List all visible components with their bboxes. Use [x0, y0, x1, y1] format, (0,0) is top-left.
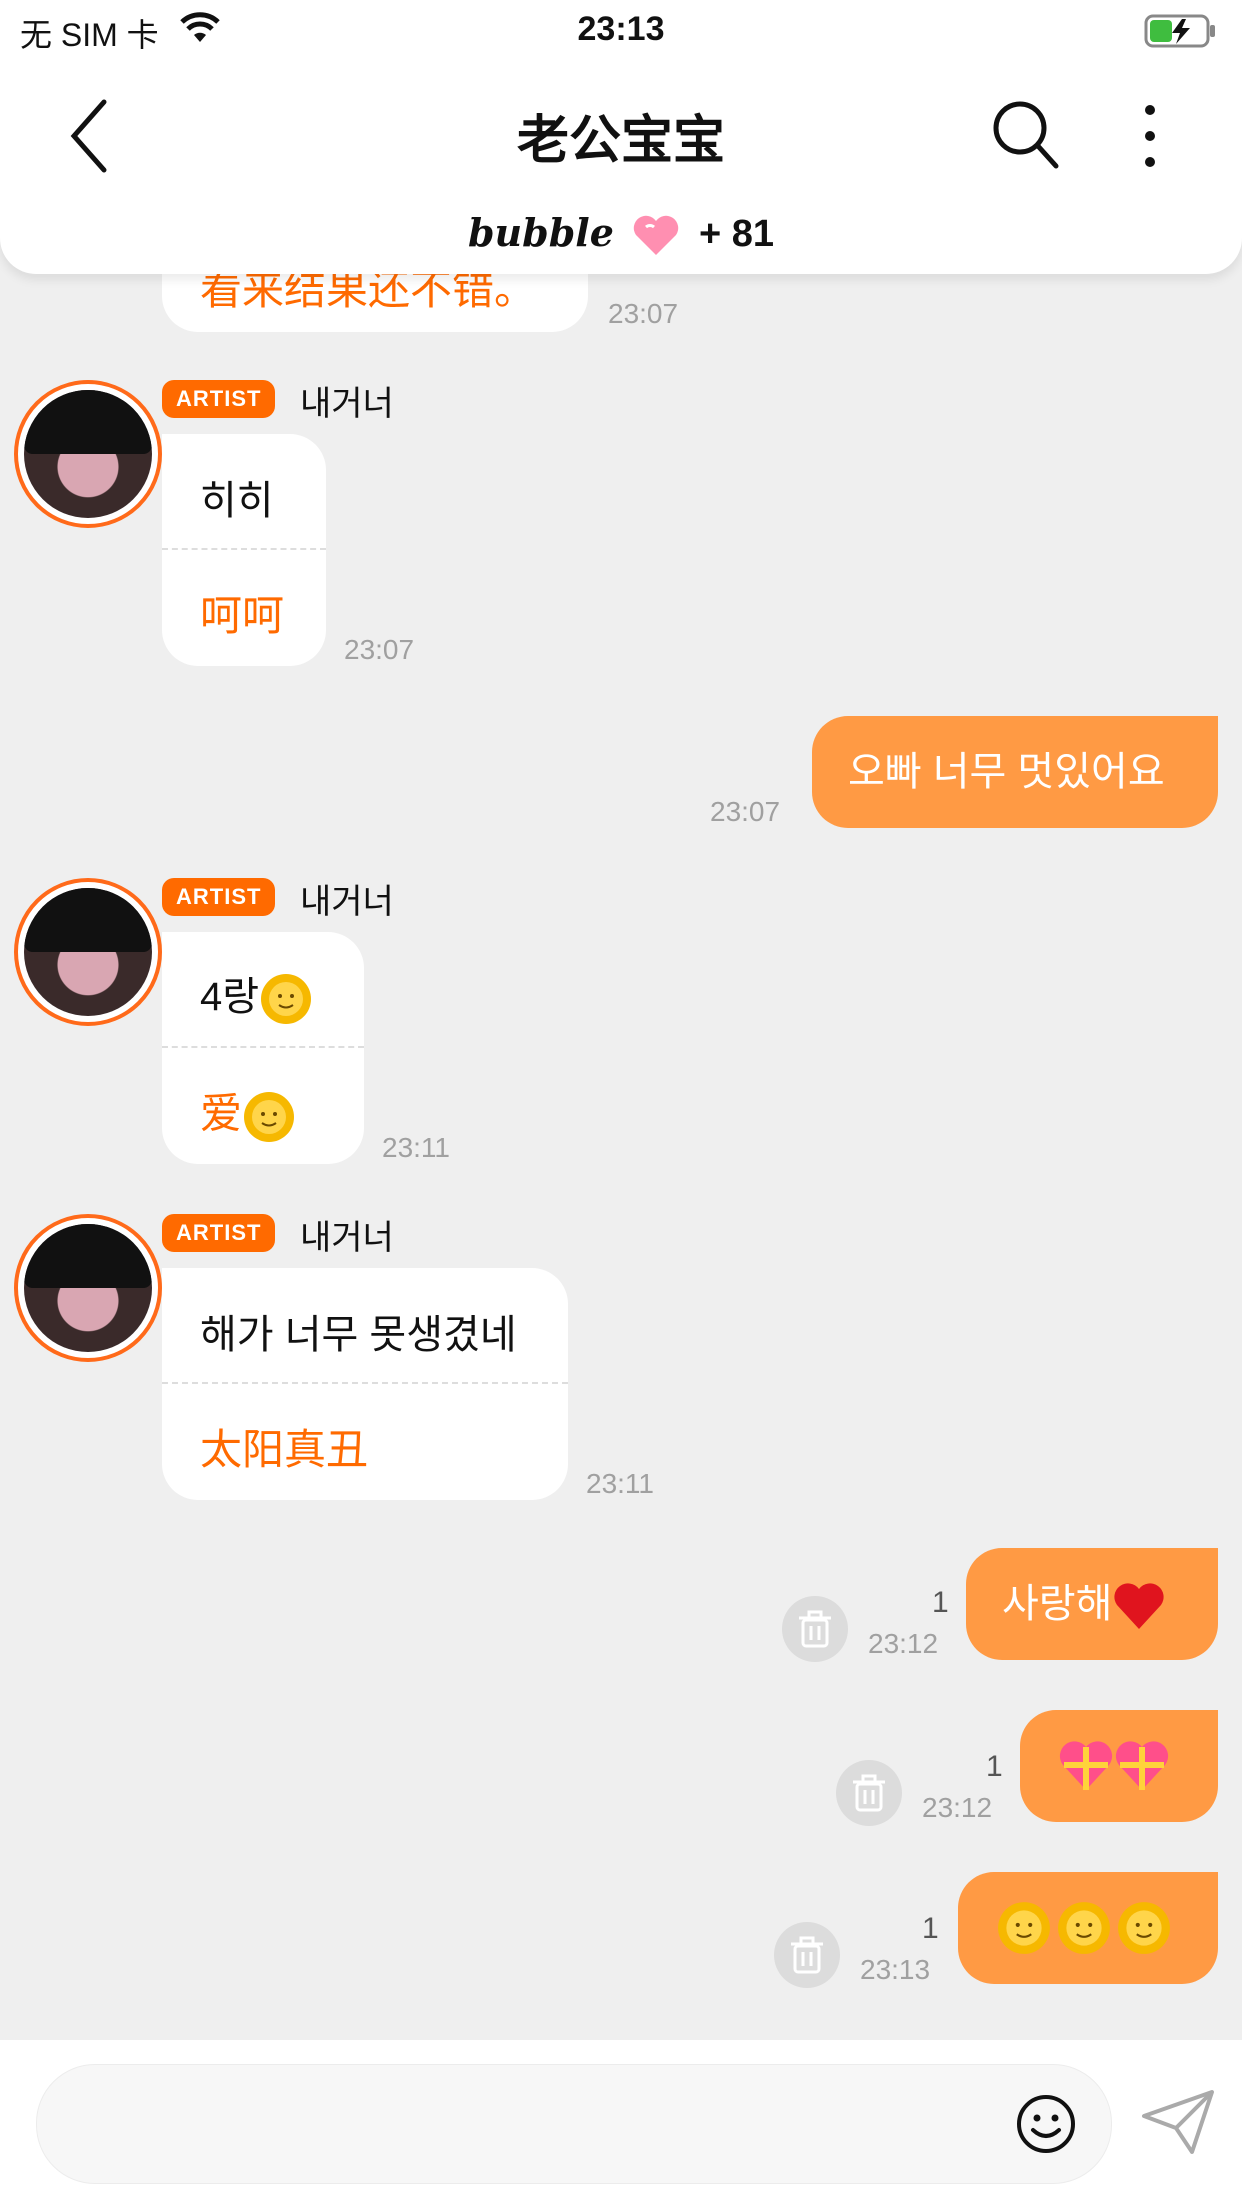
sun-emoji: [1058, 1902, 1110, 1954]
message-bubble-outgoing[interactable]: 오빠 너무 멋있어요: [812, 716, 1218, 828]
message-time: 23:11: [382, 1132, 450, 1163]
search-icon[interactable]: [990, 96, 1060, 172]
sun-emoji: [244, 1091, 295, 1142]
bubble-subscription[interactable]: bubble + 81: [0, 210, 1242, 257]
artist-badge: ARTIST: [162, 878, 276, 916]
sender-name: 내거너: [300, 1219, 394, 1257]
message-bubble-incoming[interactable]: 해가 너무 못생겼네 太阳真丑: [162, 1268, 568, 1500]
delete-message-button[interactable]: [836, 1760, 902, 1826]
red-heart-emoji: [1114, 1583, 1165, 1630]
smiley-icon[interactable]: [1016, 2094, 1076, 2154]
message-text: 4랑: [200, 975, 260, 1019]
battery-icon: [1144, 14, 1215, 48]
message-time: 23:12: [922, 1792, 993, 1823]
message-time: 23:07: [710, 796, 781, 827]
gift-heart-emoji: [1059, 1741, 1113, 1790]
trash-icon: [791, 1936, 823, 1974]
artist-avatar[interactable]: [14, 1214, 162, 1362]
bubble-brand: bubble: [467, 210, 614, 255]
heart-icon: [634, 215, 679, 255]
sun-emoji: [261, 974, 312, 1025]
message-time: 23:12: [868, 1628, 939, 1659]
message-time: 23:11: [586, 1468, 654, 1499]
sender-name: 내거너: [300, 883, 394, 921]
artist-badge: ARTIST: [162, 1214, 276, 1252]
message-text: 사랑해: [1002, 1582, 1113, 1626]
sender-name: 내거너: [300, 385, 394, 423]
unread-count: 1: [922, 1912, 939, 1945]
message-text: 오빠 너무 멋있어요: [848, 750, 1165, 794]
message-bubble-outgoing[interactable]: [958, 1872, 1218, 1984]
artist-avatar[interactable]: [14, 878, 162, 1026]
more-icon[interactable]: [1130, 96, 1170, 176]
send-icon[interactable]: [1140, 2088, 1216, 2156]
trash-icon: [853, 1774, 885, 1812]
bubble-count: + 81: [699, 213, 775, 255]
message-bubble-incoming[interactable]: 4랑 爱: [162, 932, 364, 1164]
message-bubble-outgoing[interactable]: 사랑해: [966, 1548, 1218, 1660]
unread-count: 1: [986, 1750, 1003, 1783]
status-bar: 无 SIM 卡 23:13: [0, 0, 1242, 60]
sun-emoji: [998, 1902, 1050, 1954]
message-input-bar: [0, 2040, 1242, 2208]
gift-heart-emoji: [1115, 1741, 1169, 1790]
message-bubble-outgoing[interactable]: [1020, 1710, 1218, 1822]
trash-icon: [799, 1610, 831, 1648]
status-time: 23:13: [577, 10, 665, 48]
message-input[interactable]: [36, 2064, 1112, 2184]
chat-area[interactable]: 看来结果还不错。 23:07 ARTIST 내거너 히히 呵呵 23:07 23…: [0, 0, 1242, 2040]
delete-message-button[interactable]: [774, 1922, 840, 1988]
artist-badge: ARTIST: [162, 380, 276, 418]
sun-emoji: [1118, 1902, 1170, 1954]
chat-header: 老公宝宝 bubble + 81: [0, 60, 1242, 274]
message-text: 히히: [200, 479, 274, 523]
message-time: 23:07: [344, 634, 415, 665]
unread-count: 1: [932, 1586, 949, 1619]
message-time: 23:07: [608, 298, 679, 329]
delete-message-button[interactable]: [782, 1596, 848, 1662]
translation-text: 太阳真丑: [200, 1426, 369, 1473]
artist-avatar[interactable]: [14, 380, 162, 528]
message-time: 23:13: [860, 1954, 931, 1985]
translation-text: 呵呵: [200, 592, 285, 639]
message-text: 해가 너무 못생겼네: [200, 1313, 517, 1357]
translation-text: 爱: [200, 1090, 243, 1137]
message-bubble-incoming[interactable]: 히히 呵呵: [162, 434, 326, 666]
